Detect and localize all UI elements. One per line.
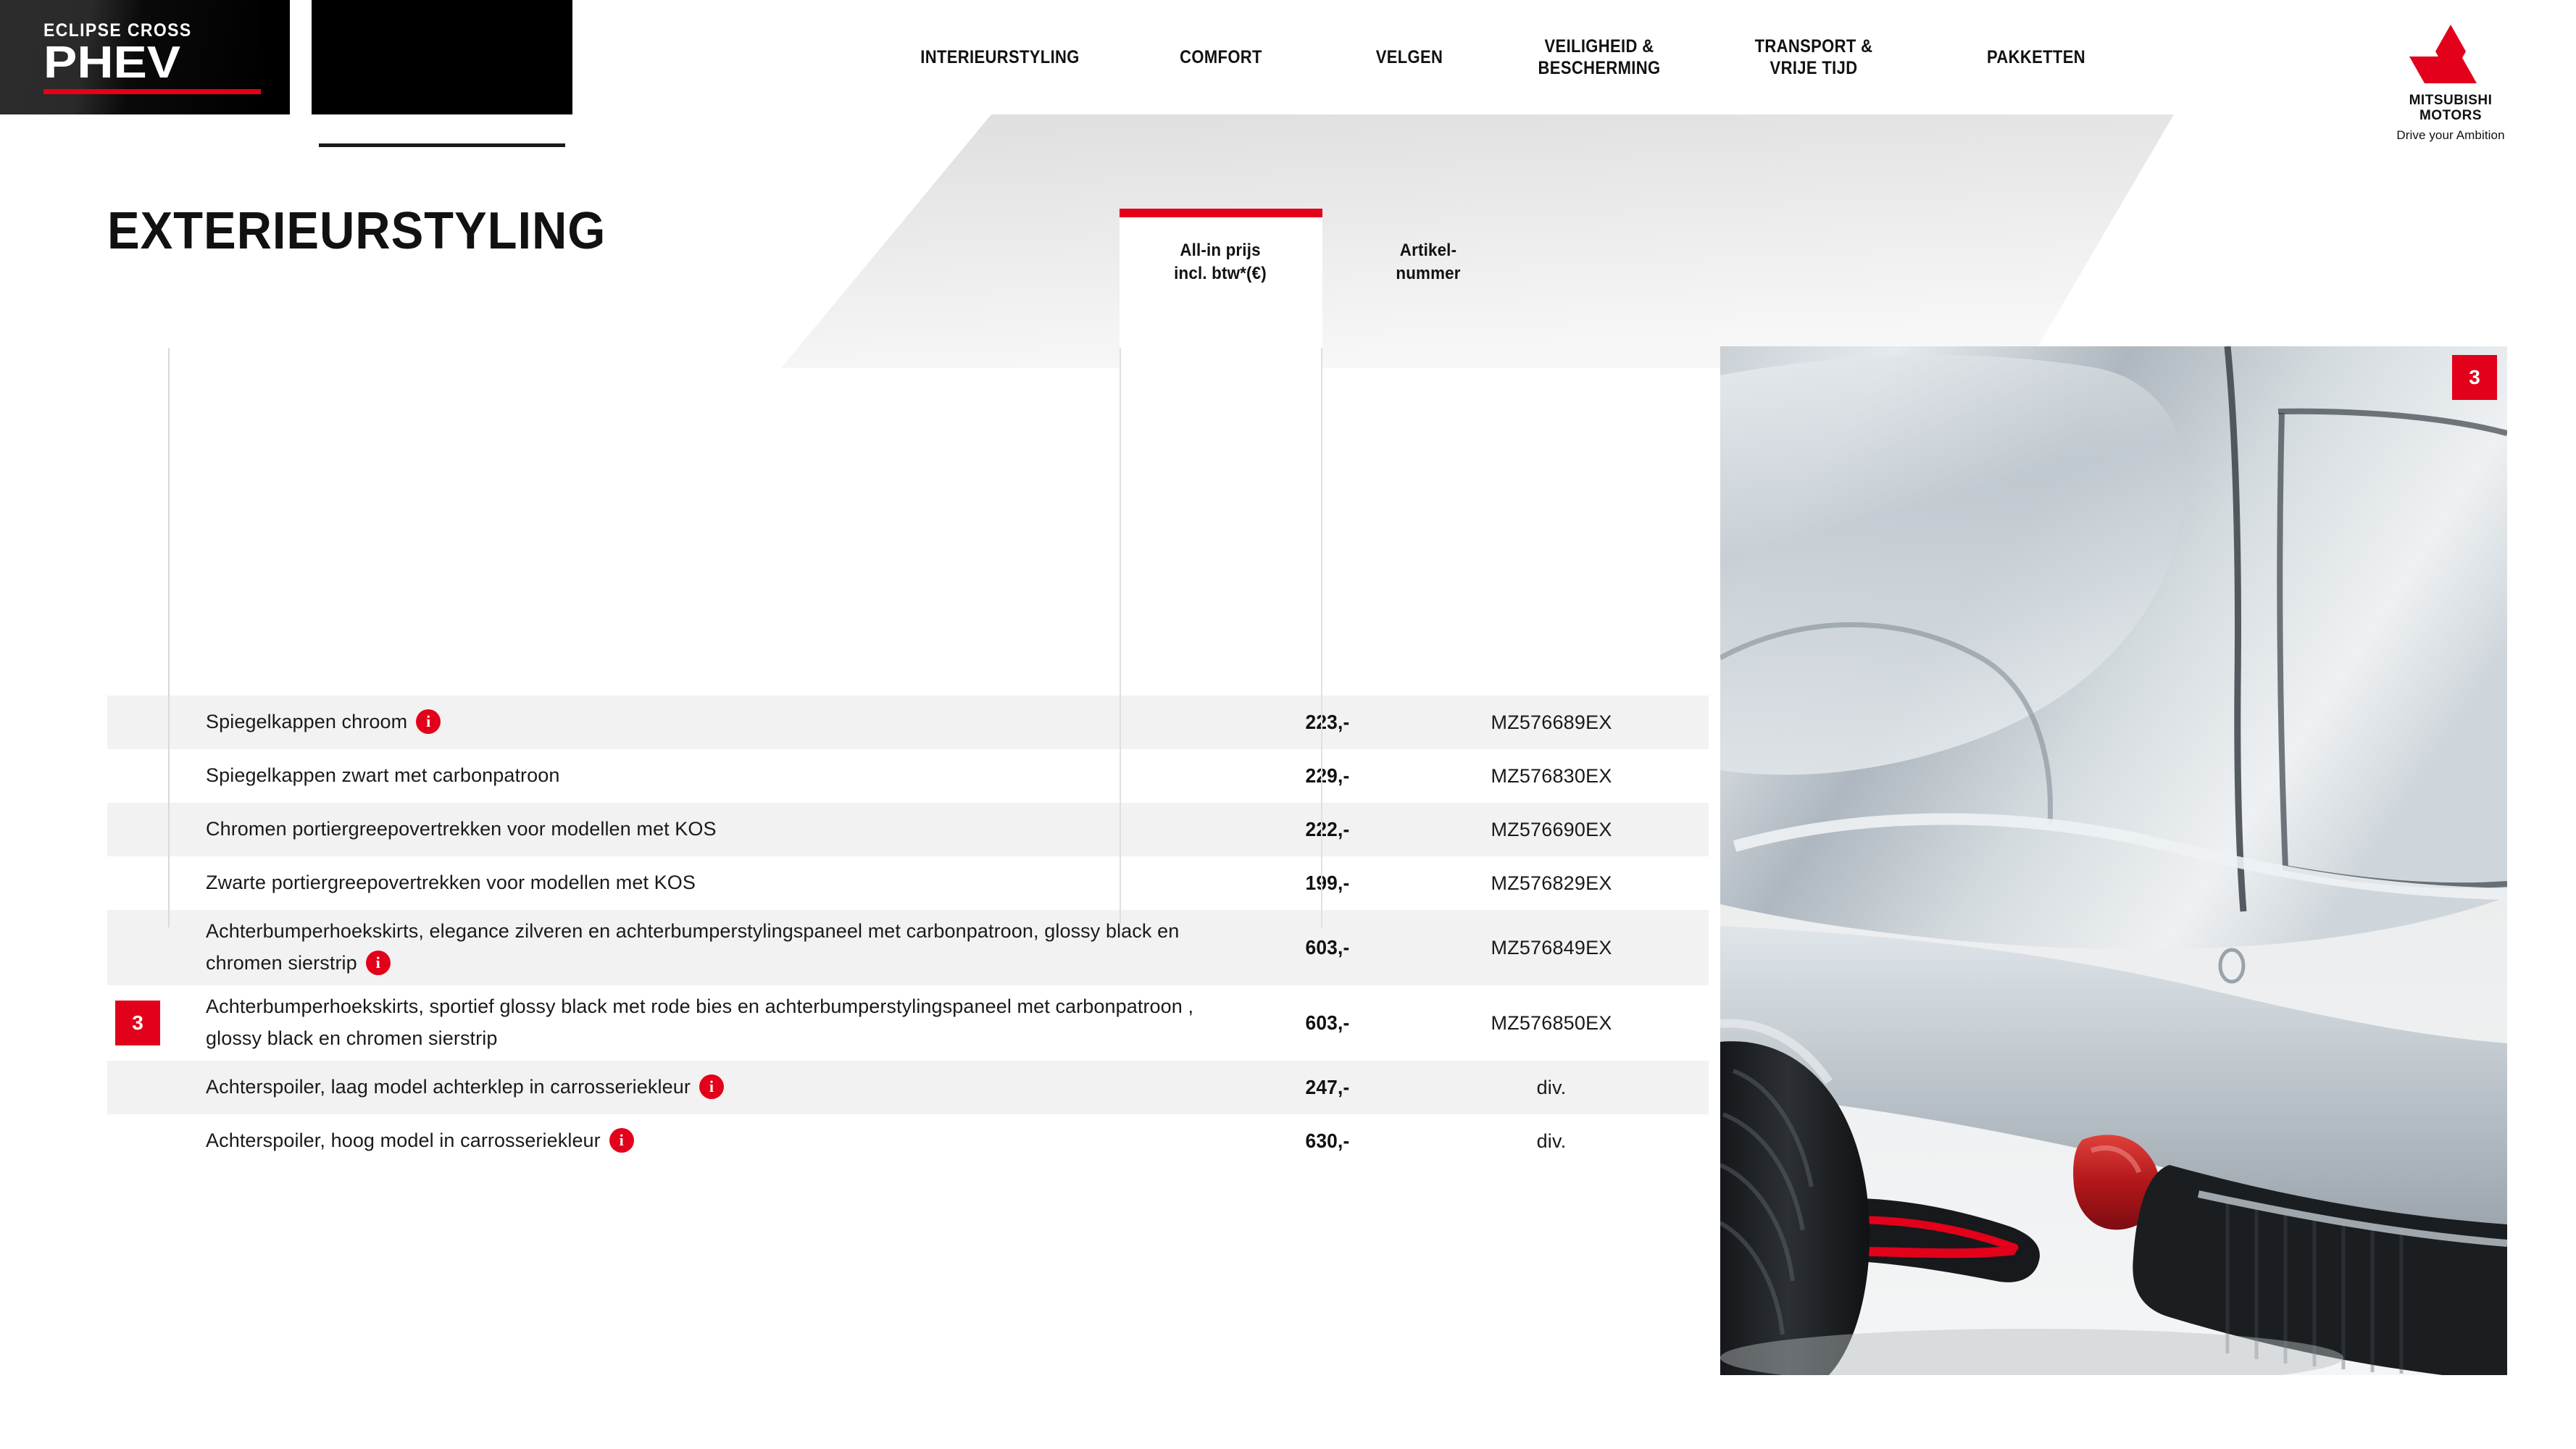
eclipse-cross-phev-logo: ECLIPSE CROSS PHEV [0,0,290,114]
row-description: Achterspoiler, hoog model in carrosserie… [168,1125,1227,1157]
row-article-number: div. [1536,1129,1567,1152]
info-icon[interactable]: i [699,1074,724,1099]
motors-text: MOTORS [2419,107,2483,123]
row-description: Achterspoiler, laag model achterklep in … [168,1072,1227,1103]
table-header-row: All-in prijs incl. btw*(€) Artikel- numm… [1120,239,1627,286]
tab-pakketten-label: PAKKETTEN [1987,46,2085,67]
tab-comfort-label: COMFORT [1180,46,1262,67]
row-price: 223,- [1305,711,1350,733]
tab-comfort[interactable]: COMFORT [1141,0,1301,114]
table-divider-price-right [1321,348,1322,927]
tab-velgen[interactable]: VELGEN [1336,0,1483,114]
row-article-number: div. [1536,1076,1567,1098]
row-article-number: MZ576689EX [1491,711,1612,733]
table-divider-price-left [1120,348,1121,927]
active-tab-underline [319,143,565,147]
row-reference-badge-cell [107,803,168,856]
info-icon[interactable]: i [416,709,441,734]
row-reference-badge-cell [107,1061,168,1114]
row-article-number: MZ576850EX [1491,1011,1612,1034]
tab-interieurstyling[interactable]: INTERIEURSTYLING [891,0,1108,114]
row-description: Achterbumperhoekskirts, sportief glossy … [206,995,1194,1049]
mitsubishi-text: MITSUBISHI [2409,93,2493,108]
table-row: Achterspoiler, hoog model in carrosserie… [107,1114,1709,1168]
row-price: 229,- [1305,764,1350,787]
top-navigation-bar: ECLIPSE CROSS PHEV EXTERIEURSTYLING INTE… [0,0,2576,142]
column-header-price: All-in prijs incl. btw*(€) [1174,241,1267,284]
active-tab-background [312,0,572,114]
table-body: Spiegelkappen chroom i 223,- MZ576689EX Spie… [107,696,1709,1168]
tab-velgen-label: VELGEN [1375,46,1443,67]
row-reference-badge-cell [107,749,168,803]
row-price: 603,- [1305,1011,1350,1034]
info-icon[interactable]: i [609,1128,634,1153]
row-article-number: MZ576849EX [1491,936,1612,959]
table-row: Spiegelkappen zwart met carbonpatroon 229… [107,749,1709,803]
product-photo: 3 [1720,346,2507,1375]
table-row: 3 Achterbumperhoekskirts, sportief glossy… [107,985,1709,1061]
row-description: Chromen portiergreepovertrekken voor mod… [206,818,717,840]
table-divider-left [168,348,170,927]
row-article-number: MZ576829EX [1491,872,1612,894]
row-description: Zwarte portiergreepovertrekken voor mode… [206,872,696,894]
tab-pakketten[interactable]: PAKKETTEN [1947,0,2125,114]
row-price: 603,- [1305,936,1350,959]
row-article-number: MZ576830EX [1491,764,1612,787]
tab-exterieurstyling[interactable]: EXTERIEURSTYLING [617,0,847,114]
tab-exterieurstyling-label: EXTERIEURSTYLING [649,46,814,67]
photo-reference-badge: 3 [2452,355,2497,400]
row-description: Achterbumperhoekskirts, elegance zilvere… [206,920,1180,975]
table-row: Achterspoiler, laag model achterklep in … [107,1061,1709,1114]
row-description: Spiegelkappen chroom i [168,706,1227,738]
row-price: 247,- [1305,1076,1350,1098]
mitsubishi-motors-logo: MITSUBISHI MOTORS Drive your Ambition [2367,22,2534,143]
row-article-number: MZ576690EX [1491,818,1612,840]
info-icon[interactable]: i [365,950,391,975]
tab-interieurstyling-label: INTERIEURSTYLING [920,46,1080,67]
tab-transport-vrije-tijd[interactable]: TRANSPORT & VRIJE TIJD [1727,0,1900,114]
table-row: Achterbumperhoekskirts, elegance zilvere… [107,910,1709,985]
table-row: Chromen portiergreepovertrekken voor mod… [107,803,1709,856]
row-reference-badge-cell: 3 [107,985,168,1061]
row-price: 199,- [1305,872,1350,894]
tab-transport-vrije-tijd-label: TRANSPORT & VRIJE TIJD [1754,36,1873,79]
drive-your-ambition-tagline: Drive your Ambition [2396,128,2505,142]
logo-phev-text: PHEV [43,38,181,88]
row-reference-badge-cell [107,910,168,985]
table-row: Zwarte portiergreepovertrekken voor mode… [107,856,1709,910]
row-price: 222,- [1305,818,1350,840]
column-header-article-number: Artikel- nummer [1396,241,1461,284]
logo-red-underline [43,88,261,94]
row-price: 630,- [1305,1129,1350,1152]
row-reference-badge-cell [107,856,168,910]
price-column-red-rule [1120,209,1322,217]
page-title: EXTERIEURSTYLING [107,202,607,260]
row-reference-badge-cell [107,696,168,749]
row-reference-badge-cell [107,1114,168,1168]
table-row: Spiegelkappen chroom i 223,- MZ576689EX [107,696,1709,749]
tab-veiligheid-bescherming[interactable]: VEILIGHEID & BESCHERMING [1513,0,1685,114]
three-diamonds-icon [2409,25,2477,83]
row-description: Spiegelkappen zwart met carbonpatroon [206,764,560,787]
tab-veiligheid-bescherming-label: VEILIGHEID & BESCHERMING [1538,36,1661,79]
row-reference-badge: 3 [115,1001,160,1045]
rear-bumper-photo-illustration [1720,346,2507,1375]
